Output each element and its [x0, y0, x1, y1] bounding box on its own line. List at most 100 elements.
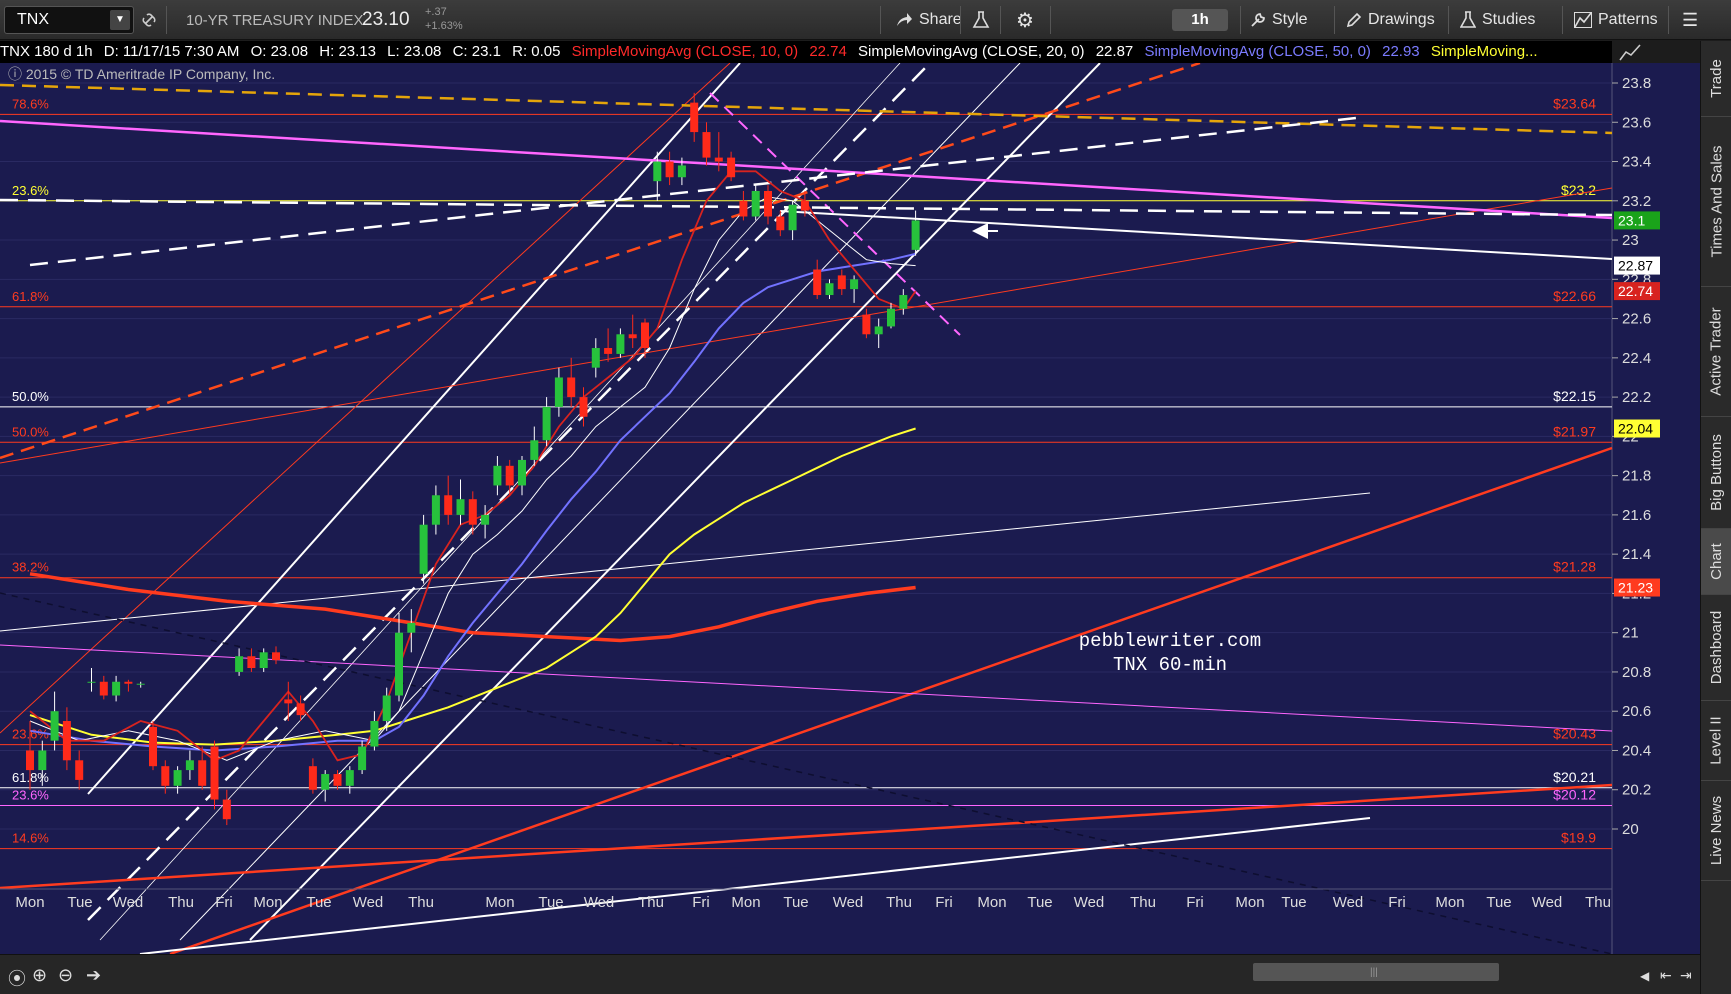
- candle-body[interactable]: [591, 348, 600, 368]
- study-sma10[interactable]: SimpleMovingAvg (CLOSE, 10, 0): [572, 41, 799, 63]
- collapse-icon[interactable]: ⇤: [1660, 967, 1672, 984]
- study-sma20[interactable]: SimpleMovingAvg (CLOSE, 20, 0): [858, 41, 1085, 63]
- candle-body[interactable]: [26, 750, 34, 771]
- candle-body[interactable]: [222, 799, 231, 820]
- candle-body[interactable]: [284, 699, 293, 704]
- candle-body[interactable]: [382, 695, 391, 722]
- candle-body[interactable]: [739, 200, 748, 217]
- plot-area[interactable]: [0, 63, 1612, 954]
- tab-live-news[interactable]: Live News: [1701, 781, 1731, 881]
- candle-body[interactable]: [456, 499, 465, 515]
- candle-body[interactable]: [481, 514, 490, 525]
- candle-body[interactable]: [321, 774, 330, 790]
- candle-body[interactable]: [641, 322, 649, 349]
- patterns-button[interactable]: Patterns: [1574, 6, 1658, 34]
- tab-level-ii[interactable]: Level II: [1701, 701, 1731, 781]
- candle-body[interactable]: [850, 279, 859, 290]
- chart-settings-corner[interactable]: [1614, 41, 1700, 63]
- candle-body[interactable]: [800, 200, 809, 211]
- candle-body[interactable]: [161, 766, 170, 786]
- candle-body[interactable]: [308, 766, 317, 790]
- menu-button[interactable]: ☰: [1682, 6, 1698, 34]
- study-sma50[interactable]: SimpleMovingAvg (CLOSE, 50, 0): [1144, 41, 1371, 63]
- candle-body[interactable]: [837, 275, 846, 290]
- candle-body[interactable]: [136, 683, 145, 685]
- candle-body[interactable]: [407, 622, 416, 633]
- timeframe-selector[interactable]: 1h: [1172, 9, 1228, 31]
- candle-body[interactable]: [542, 406, 551, 441]
- candle-body[interactable]: [468, 499, 477, 525]
- candle-body[interactable]: [653, 161, 662, 182]
- candle-body[interactable]: [788, 204, 797, 231]
- link-icon[interactable]: [140, 6, 158, 34]
- candle-body[interactable]: [727, 157, 736, 178]
- tab-active-trader[interactable]: Active Trader: [1701, 287, 1731, 417]
- candle-body[interactable]: [554, 377, 563, 407]
- pan-arrow-icon[interactable]: ➔: [86, 965, 101, 986]
- candle-body[interactable]: [75, 760, 84, 780]
- candle-body[interactable]: [665, 161, 674, 178]
- candle-body[interactable]: [296, 703, 305, 716]
- candle-body[interactable]: [358, 746, 367, 771]
- candle-body[interactable]: [628, 334, 637, 339]
- candle-body[interactable]: [185, 760, 194, 771]
- candle-body[interactable]: [505, 465, 514, 486]
- drawing-tool-icon[interactable]: ⦿: [8, 965, 26, 991]
- candle-body[interactable]: [345, 770, 354, 786]
- candle-body[interactable]: [247, 656, 256, 669]
- candle-body[interactable]: [751, 190, 760, 217]
- drawings-button[interactable]: Drawings: [1346, 6, 1435, 34]
- candle-body[interactable]: [419, 524, 428, 574]
- candle-body[interactable]: [198, 760, 207, 786]
- expand-icon[interactable]: ⇥: [1680, 967, 1692, 984]
- candle-body[interactable]: [518, 459, 526, 486]
- candle-body[interactable]: [87, 681, 96, 683]
- symbol-selector[interactable]: TNX ▼: [4, 6, 134, 34]
- candle-body[interactable]: [444, 495, 453, 515]
- study-sma-more[interactable]: SimpleMoving...: [1431, 41, 1538, 63]
- candle-body[interactable]: [124, 681, 133, 684]
- candle-body[interactable]: [259, 652, 268, 669]
- settings-button[interactable]: ⚙: [1016, 6, 1034, 34]
- tab-times-and-sales[interactable]: Times And Sales: [1701, 117, 1731, 287]
- zoom-out-icon[interactable]: ⊖: [58, 965, 73, 986]
- candle-body[interactable]: [493, 465, 502, 486]
- tab-trade[interactable]: Trade: [1701, 41, 1731, 117]
- tab-big-buttons[interactable]: Big Buttons: [1701, 417, 1731, 529]
- flask-button[interactable]: [972, 6, 990, 34]
- style-button[interactable]: Style: [1250, 6, 1308, 34]
- chevron-down-icon[interactable]: ▼: [110, 10, 130, 30]
- scroll-left-icon[interactable]: ◀: [1640, 969, 1649, 983]
- zoom-in-icon[interactable]: ⊕: [32, 965, 47, 986]
- candle-body[interactable]: [112, 681, 121, 696]
- candle-body[interactable]: [690, 102, 699, 133]
- tab-dashboard[interactable]: Dashboard: [1701, 595, 1731, 701]
- candle-body[interactable]: [395, 632, 403, 696]
- candle-body[interactable]: [702, 132, 711, 158]
- candle-body[interactable]: [50, 711, 59, 741]
- candle-body[interactable]: [38, 750, 47, 771]
- candle-body[interactable]: [604, 348, 613, 354]
- candle-body[interactable]: [235, 656, 244, 672]
- tab-chart[interactable]: Chart: [1701, 529, 1731, 595]
- candle-body[interactable]: [714, 157, 723, 162]
- candle-body[interactable]: [579, 397, 588, 417]
- candle-body[interactable]: [62, 721, 71, 761]
- candle-body[interactable]: [272, 652, 280, 661]
- candle-body[interactable]: [899, 295, 908, 309]
- candle-body[interactable]: [764, 190, 772, 217]
- candle-body[interactable]: [567, 377, 576, 398]
- candle-body[interactable]: [431, 495, 440, 525]
- candle-body[interactable]: [677, 165, 686, 178]
- candle-body[interactable]: [776, 216, 785, 231]
- candle-body[interactable]: [149, 726, 157, 767]
- candle-body[interactable]: [887, 308, 895, 327]
- candle-body[interactable]: [173, 770, 182, 786]
- candle-body[interactable]: [813, 269, 822, 296]
- candle-body[interactable]: [874, 326, 883, 335]
- share-button[interactable]: Share: [895, 6, 962, 34]
- candle-body[interactable]: [99, 681, 108, 696]
- studies-button[interactable]: Studies: [1460, 6, 1535, 34]
- candle-body[interactable]: [370, 721, 379, 747]
- candle-body[interactable]: [333, 774, 342, 786]
